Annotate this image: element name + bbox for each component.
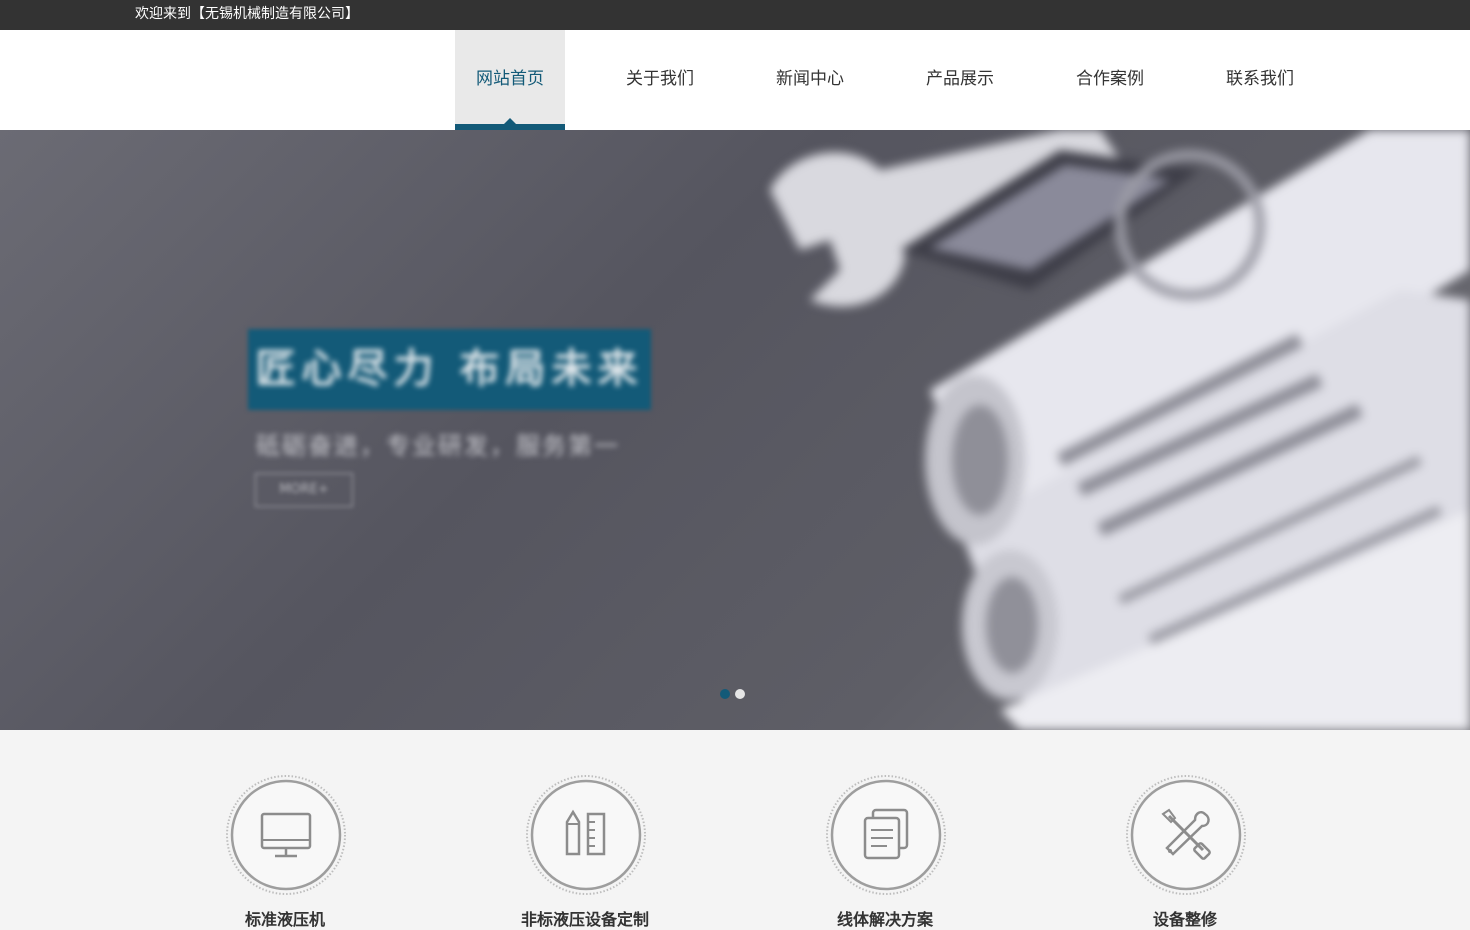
service-title: 非标液压设备定制 [520,910,649,929]
banner-headline: 匠心尽力 布局未来 [255,346,644,392]
service-title: 线体解决方案 [836,910,933,929]
more-button[interactable]: MORE+ [255,473,353,507]
slide-dot-2[interactable] [735,689,745,699]
nav-item-label: 联系我们 [1226,69,1294,89]
nav-item-home[interactable]: 网站首页 [455,30,565,130]
welcome-text: 欢迎来到【无锡机械制造有限公司】 [135,6,359,22]
nav-item-news[interactable]: 新闻中心 [755,30,865,130]
banner-subline: 砥砺奋进，专业研发，服务第一 [256,432,620,460]
monitor-icon [226,775,346,895]
nav-item-label: 产品展示 [926,69,994,89]
slide-dot-1[interactable] [720,689,730,699]
nav-item-label: 网站首页 [476,69,544,89]
service-line-solutions[interactable]: 线体解决方案 [735,730,1035,929]
hero-banner[interactable]: 匠心尽力 布局未来 砥砺奋进，专业研发，服务第一 MORE+ [0,130,1470,730]
top-bar: 欢迎来到【无锡机械制造有限公司】 [0,0,1470,30]
service-standard-press[interactable]: 标准液压机 [135,730,435,929]
nav-item-label: 新闻中心 [776,69,844,89]
service-title: 标准液压机 [244,910,325,929]
service-refurbishment[interactable]: 设备整修 [1035,730,1335,929]
nav-item-label: 关于我们 [626,69,694,89]
service-custom-equipment[interactable]: 非标液压设备定制 [435,730,735,929]
nav-item-contact[interactable]: 联系我们 [1205,30,1315,130]
main-header: 网站首页 关于我们 新闻中心 产品展示 合作案例 联系我们 [0,30,1470,130]
active-caret-icon [504,118,516,124]
banner-image [770,130,1470,730]
services-section: 标准液压机 非标液压设备定制 线体解决方案 设备整修 [0,730,1470,929]
nav-item-cases[interactable]: 合作案例 [1055,30,1165,130]
service-title: 设备整修 [1152,910,1217,929]
tools-icon [1126,775,1246,895]
nav-item-label: 合作案例 [1076,69,1144,89]
documents-icon [826,775,946,895]
pencil-ruler-icon [526,775,646,895]
nav-item-about[interactable]: 关于我们 [605,30,715,130]
nav-item-products[interactable]: 产品展示 [905,30,1015,130]
